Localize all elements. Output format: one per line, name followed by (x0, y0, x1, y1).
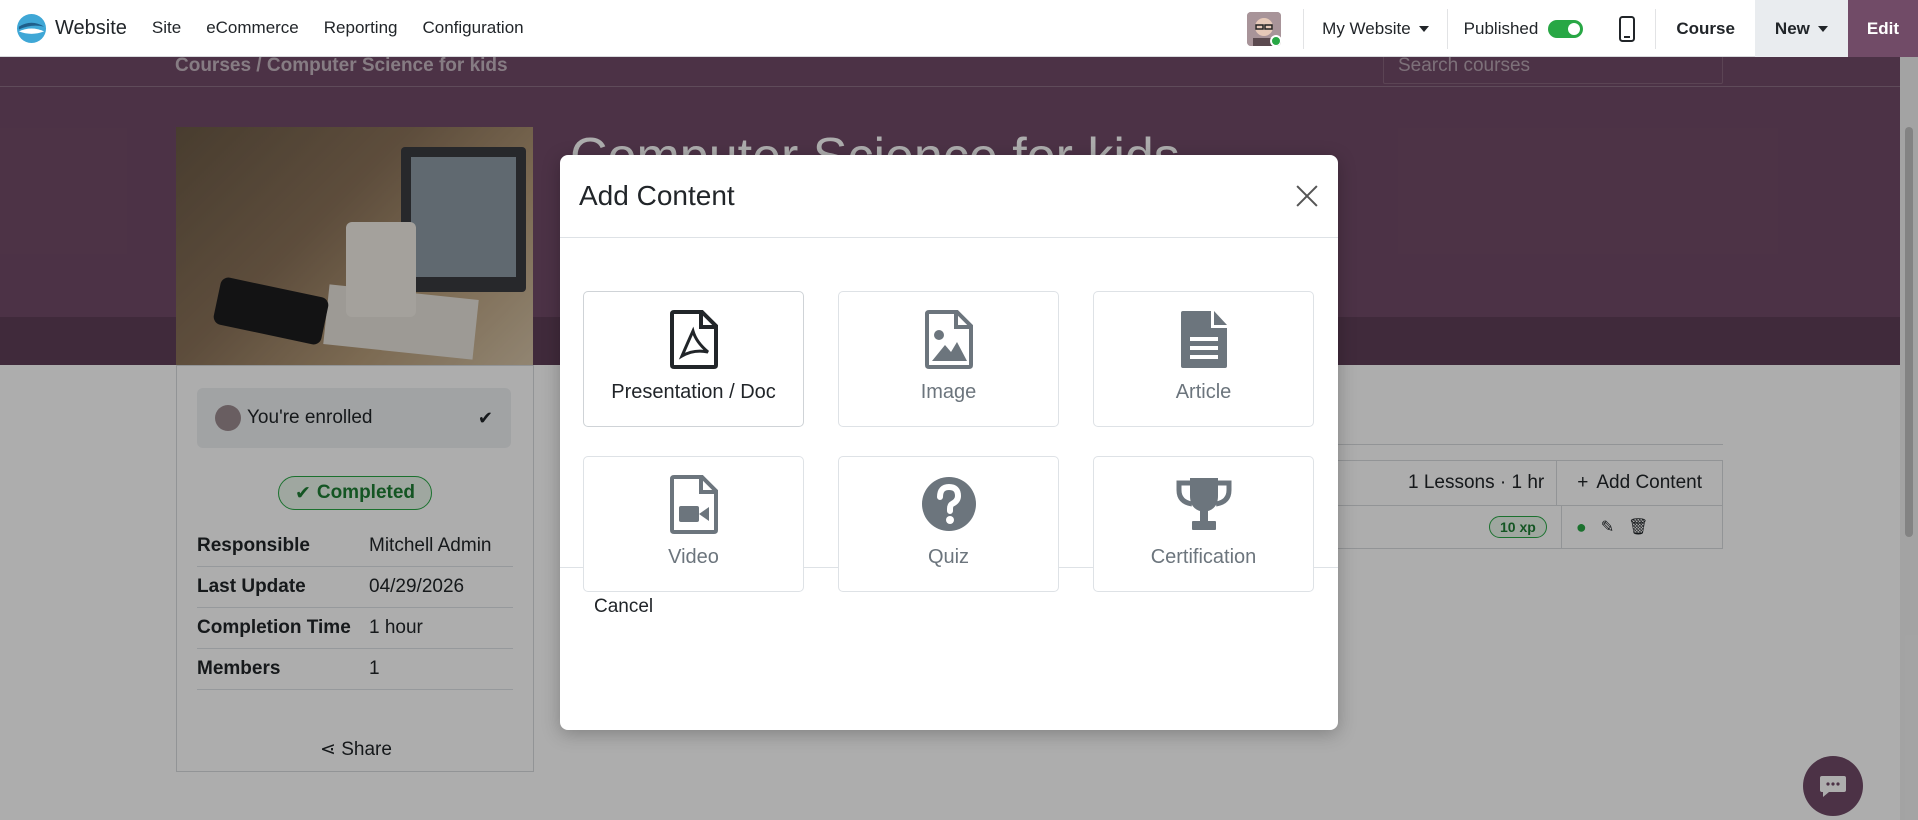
new-button[interactable]: New (1754, 0, 1848, 57)
new-button-label: New (1774, 18, 1810, 38)
menu-ecommerce[interactable]: eCommerce (206, 18, 299, 38)
file-text-icon (1180, 311, 1227, 368)
website-selector-label: My Website (1322, 18, 1411, 38)
published-label: Published (1463, 18, 1539, 38)
option-article[interactable]: Article (1093, 291, 1314, 427)
caret-down-icon (1817, 25, 1828, 32)
caret-down-icon (1418, 25, 1429, 32)
file-video-icon (669, 475, 718, 534)
option-label: Presentation / Doc (611, 381, 776, 403)
option-quiz[interactable]: Quiz (838, 456, 1059, 592)
question-circle-icon (921, 477, 976, 531)
close-icon[interactable] (1295, 184, 1319, 208)
user-avatar[interactable] (1247, 11, 1282, 46)
edit-button[interactable]: Edit (1847, 0, 1918, 57)
option-certification[interactable]: Certification (1093, 456, 1314, 592)
website-selector[interactable]: My Website (1304, 19, 1447, 39)
website-logo-icon (16, 13, 47, 43)
navbar-actions: My Website Published Course New Edit (1247, 0, 1918, 57)
published-toggle[interactable]: Published (1448, 19, 1600, 39)
option-label: Quiz (927, 546, 970, 568)
mobile-preview-button[interactable] (1599, 0, 1655, 57)
option-label: Article (1175, 381, 1232, 403)
cancel-button[interactable]: Cancel (594, 596, 653, 618)
file-image-icon (924, 310, 973, 369)
file-pdf-icon (669, 310, 718, 369)
option-presentation-doc[interactable]: Presentation / Doc (583, 291, 804, 427)
dialog-body: Presentation / Doc Image Article Video Q… (560, 238, 1338, 592)
menu-site[interactable]: Site (152, 18, 181, 38)
mobile-phone-icon (1619, 15, 1636, 42)
menu-configuration[interactable]: Configuration (423, 18, 524, 38)
app-brand[interactable]: Website (16, 13, 127, 44)
brand-label: Website (55, 16, 127, 39)
toggle-switch[interactable] (1548, 19, 1584, 38)
trophy-icon (1176, 478, 1231, 530)
option-label: Image (920, 381, 977, 403)
top-navbar: Website Site eCommerce Reporting Configu… (0, 0, 1918, 57)
dialog-title: Add Content (579, 180, 735, 211)
menu-reporting[interactable]: Reporting (324, 18, 398, 38)
option-image[interactable]: Image (838, 291, 1059, 427)
option-label: Video (668, 546, 719, 568)
dialog-header: Add Content (560, 155, 1338, 238)
option-video[interactable]: Video (583, 456, 804, 592)
option-label: Certification (1150, 546, 1257, 568)
online-status-dot (1270, 34, 1282, 46)
add-content-dialog: Add Content Presentation / Doc Image Art… (560, 155, 1338, 730)
course-button[interactable]: Course (1656, 0, 1755, 57)
